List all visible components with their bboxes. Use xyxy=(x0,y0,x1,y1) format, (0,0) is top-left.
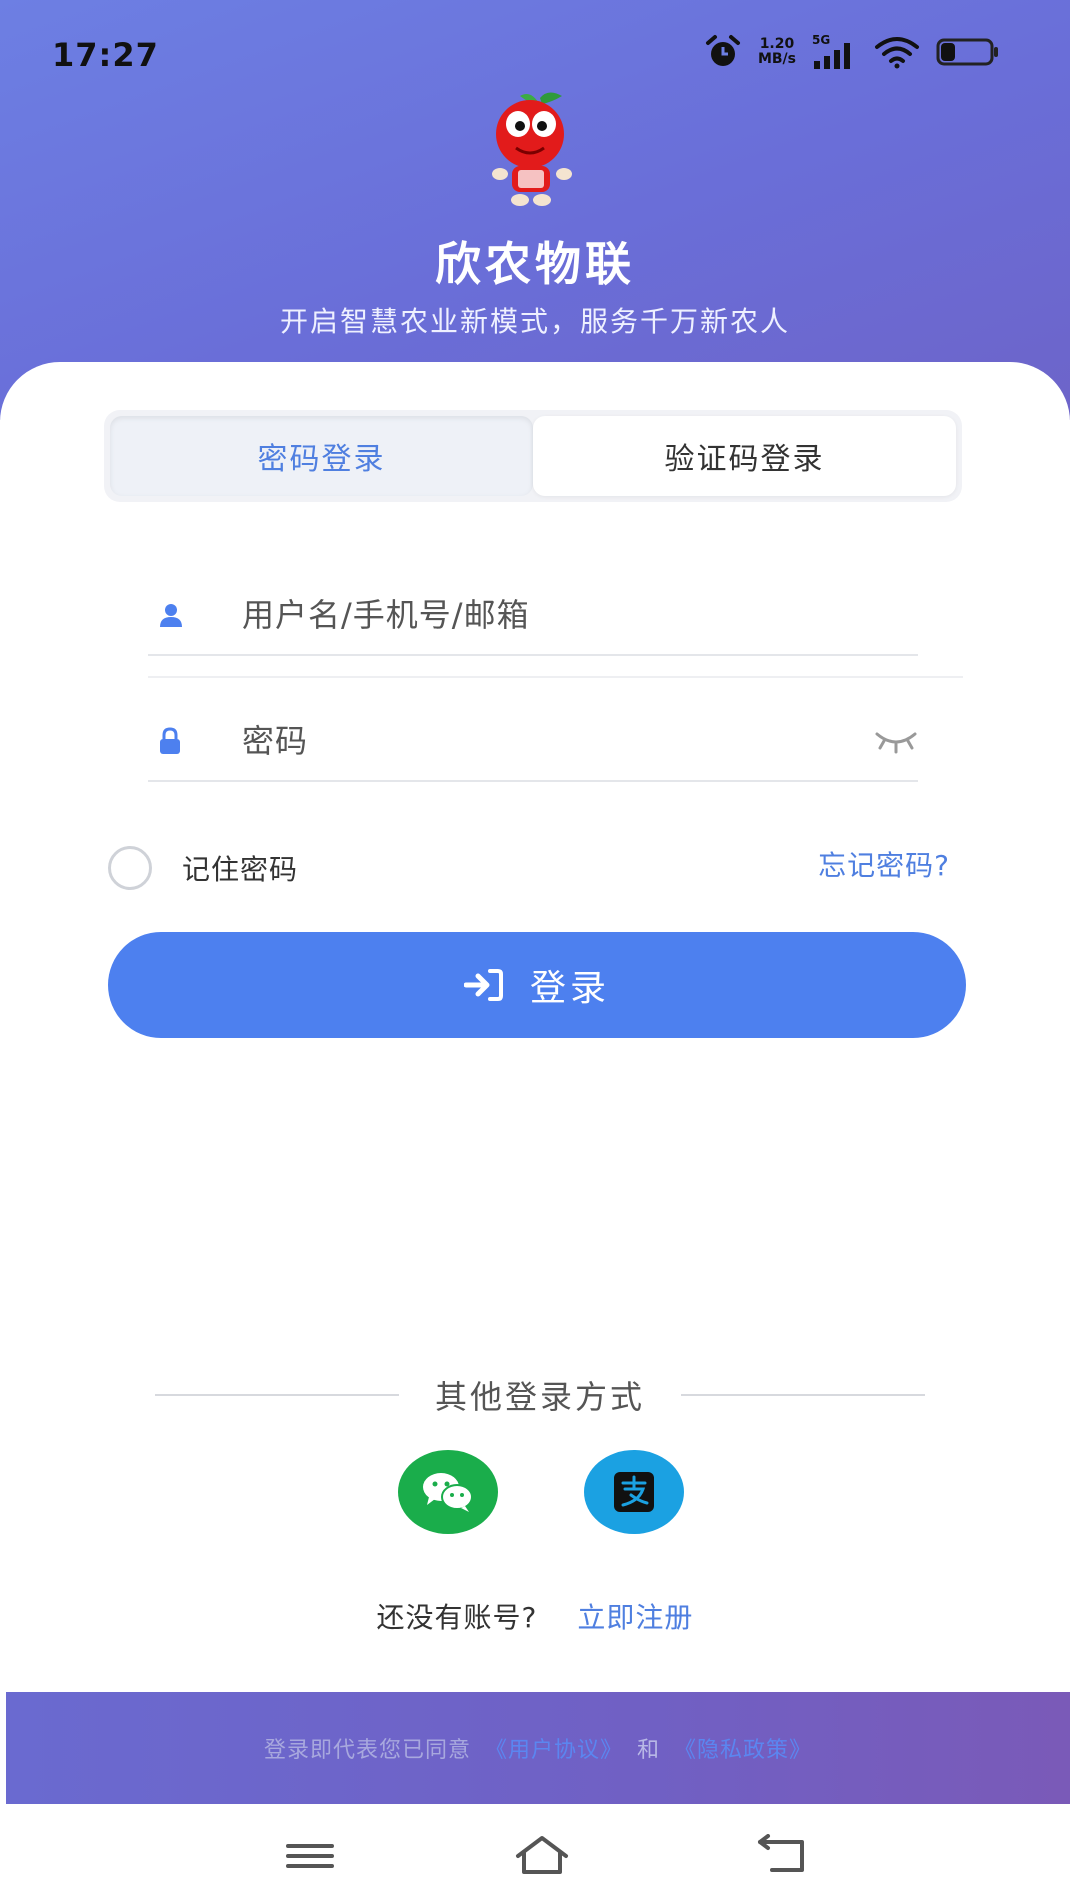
agreement-prefix: 登录即代表您已同意 xyxy=(263,1738,471,1763)
username-input[interactable] xyxy=(242,596,802,634)
remember-label: 记住密码 xyxy=(182,853,299,886)
password-input[interactable] xyxy=(242,722,802,760)
speed-value: 1.20 xyxy=(759,36,795,52)
app-slogan: 开启智慧农业新模式，服务千万新农人 xyxy=(279,305,790,338)
register-link[interactable]: 立即注册 xyxy=(577,1601,693,1634)
username-field xyxy=(148,576,918,656)
mascot-logo xyxy=(492,92,572,206)
status-icons: 1.20 MB/s 5G xyxy=(704,32,1000,72)
other-login-title: 其他登录方式 xyxy=(435,1378,646,1416)
tab-code-login[interactable]: 验证码登录 xyxy=(533,416,956,496)
field-divider xyxy=(148,676,963,678)
register-row: 还没有账号? 立即注册 xyxy=(0,1596,1070,1636)
agreement-bar: 登录即代表您已同意 《用户协议》 和 《隐私政策》 xyxy=(6,1692,1070,1804)
signal-icon xyxy=(814,43,850,69)
status-time: 17:27 xyxy=(52,36,159,74)
register-question: 还没有账号? xyxy=(376,1601,538,1634)
tab-password-login[interactable]: 密码登录 xyxy=(110,416,533,496)
login-icon xyxy=(463,969,503,1001)
remember-radio[interactable] xyxy=(108,846,152,890)
menu-icon[interactable] xyxy=(280,1834,340,1878)
forgot-password-link[interactable]: 忘记密码? xyxy=(818,844,950,884)
lock-icon xyxy=(148,727,196,755)
back-icon[interactable] xyxy=(752,1834,812,1878)
other-login-divider-right xyxy=(681,1394,926,1396)
system-nav-bar xyxy=(0,1804,1070,1903)
password-field xyxy=(148,702,918,782)
alarm-icon xyxy=(705,35,740,66)
alipay-login-button[interactable] xyxy=(584,1450,684,1534)
network-speed: 1.20 MB/s xyxy=(758,37,796,67)
alipay-icon xyxy=(614,1472,654,1512)
privacy-policy-link[interactable]: 《隐私政策》 xyxy=(674,1732,812,1764)
agreement-and: 和 xyxy=(637,1738,661,1763)
cellular-signal: 5G xyxy=(812,33,858,71)
login-button-label: 登录 xyxy=(529,967,610,1008)
user-agreement-link[interactable]: 《用户协议》 xyxy=(485,1732,623,1764)
other-login-divider-left xyxy=(155,1394,399,1396)
speed-unit: MB/s xyxy=(757,51,796,67)
app-title: 欣农物联 xyxy=(435,237,635,291)
battery-icon xyxy=(936,38,998,66)
wifi-icon xyxy=(875,37,919,69)
home-icon[interactable] xyxy=(512,1834,572,1878)
remember-password-toggle[interactable]: 记住密码 xyxy=(108,846,298,890)
eye-closed-icon[interactable] xyxy=(874,728,918,754)
wechat-login-button[interactable] xyxy=(398,1450,498,1534)
login-button[interactable]: 登录 xyxy=(108,932,966,1038)
user-icon xyxy=(148,602,196,628)
other-login-header: 其他登录方式 xyxy=(155,1370,926,1420)
login-mode-tabs: 密码登录 验证码登录 xyxy=(104,410,962,502)
wechat-icon xyxy=(423,1473,473,1512)
